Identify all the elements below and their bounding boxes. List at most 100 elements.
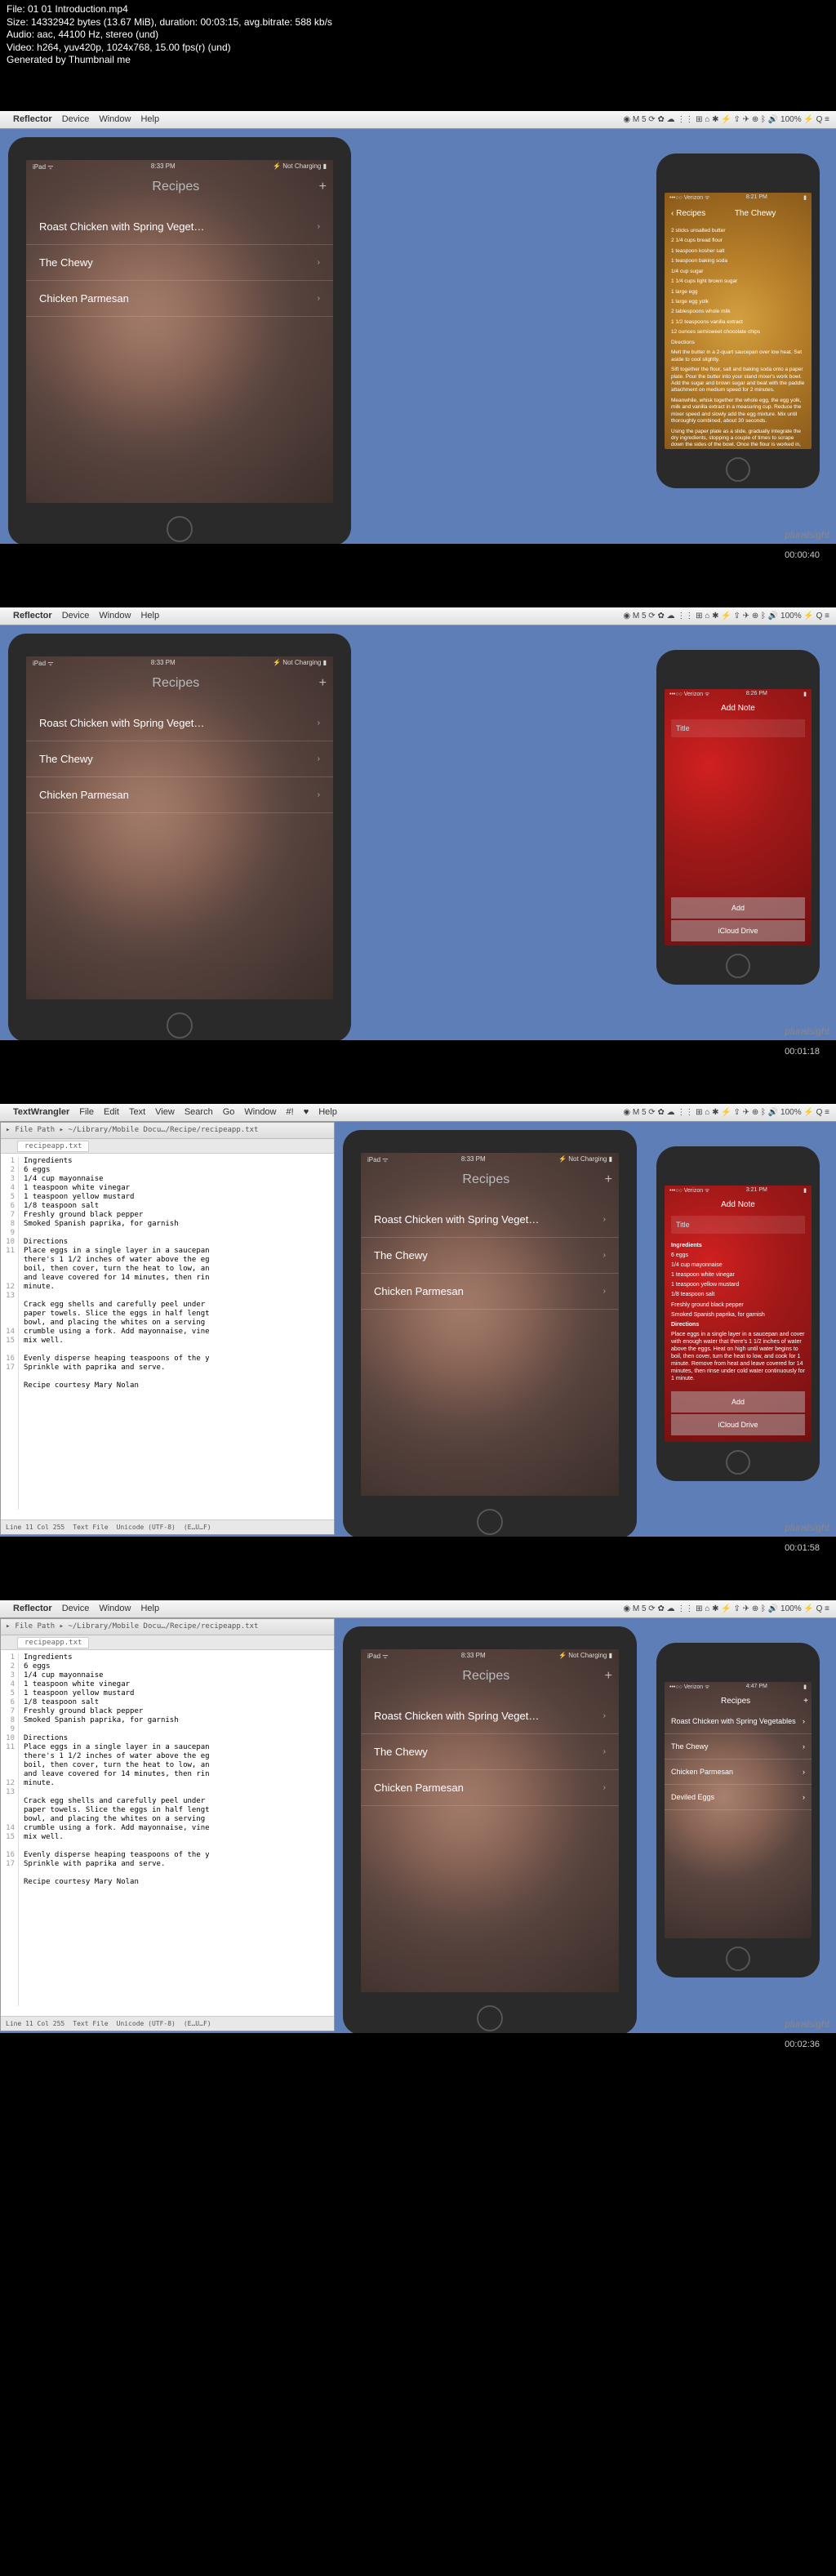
video-metadata: File: 01 01 Introduction.mp4 Size: 14332…	[0, 0, 836, 70]
mac-menubar: Reflector Device Window Help ◉ M 5 ⟳ ✿ ☁…	[0, 607, 836, 625]
menu-device[interactable]: Device	[62, 611, 90, 621]
menu-window[interactable]: Window	[99, 611, 131, 621]
ipad-status-left: iPad ᯤ	[33, 162, 54, 171]
recipe-row[interactable]: Roast Chicken with Spring Veget…›	[26, 209, 333, 245]
add-button[interactable]: +	[803, 1697, 808, 1706]
recipe-row[interactable]: Chicken Parmesan›	[361, 1274, 619, 1310]
iphone-screen[interactable]: •••○○ Verizon ᯤ3:21 PM▮ Add Note Title I…	[665, 1186, 812, 1442]
ipad-device: iPad ᯤ8:33 PM⚡ Not Charging ▮ Recipes+ R…	[343, 1130, 637, 1537]
iphone-device: •••○○ Verizon ᯤ3:21 PM▮ Add Note Title I…	[656, 1146, 820, 1481]
icloud-button[interactable]: iCloud Drive	[671, 920, 805, 941]
timestamp-3: 00:01:58	[0, 1537, 836, 1559]
back-button[interactable]: ‹ Recipes	[671, 209, 705, 218]
ipad-home-button[interactable]	[477, 2005, 503, 2031]
menubar-right: ◉ M 5 ⟳ ✿ ☁ ⋮⋮ ⊞ ⌂ ✱ ⚡ ⇪ ✈ ⊕ ᛒ 🔊 100% ⚡ …	[623, 1108, 829, 1117]
add-button[interactable]: +	[319, 676, 327, 691]
watermark: pluralsight	[785, 1026, 829, 1037]
iphone-device: •••○○ Verizon ᯤ 8:21 PM ▮ ‹ Recipes The …	[656, 153, 820, 488]
recipe-body: 2 sticks unsalted butter2 1/4 cups bread…	[665, 223, 812, 449]
ipad-screen[interactable]: iPad ᯤ8:33 PM⚡ Not Charging ▮ Recipes+ R…	[361, 1153, 619, 1496]
chevron-right-icon: ›	[318, 258, 320, 267]
iphone-device: •••○○ Verizon ᯤ8:26 PM▮ Add Note Title A…	[656, 650, 820, 985]
recipe-row[interactable]: The Chewy›	[361, 1238, 619, 1274]
menubar-right: ◉ M 5 ⟳ ✿ ☁ ⋮⋮ ⊞ ⌂ ✱ ⚡ ⇪ ✈ ⊕ ᛒ 🔊 100% ⚡ …	[623, 1604, 829, 1613]
meta-file: File: 01 01 Introduction.mp4	[7, 3, 829, 16]
recipes-title: Recipes +	[26, 173, 333, 201]
recipe-row[interactable]: Roast Chicken with Spring Veget…›	[26, 705, 333, 741]
ipad-status-time: 8:33 PM	[151, 162, 176, 171]
meta-size: Size: 14332942 bytes (13.67 MiB), durati…	[7, 16, 829, 29]
ipad-home-button[interactable]	[167, 1012, 193, 1039]
ipad-screen[interactable]: iPad ᯤ8:33 PM⚡ Not Charging ▮ Recipes+ R…	[26, 656, 333, 999]
note-body[interactable]: Ingredients 6 eggs1/4 cup mayonnaise1 te…	[665, 1237, 812, 1390]
iphone-screen[interactable]: •••○○ Verizon ᯤ 8:21 PM ▮ ‹ Recipes The …	[665, 193, 812, 449]
add-button[interactable]: Add	[671, 897, 805, 919]
menubar-right: ◉ M 5 ⟳ ✿ ☁ ⋮⋮ ⊞ ⌂ ✱ ⚡ ⇪ ✈ ⊕ ᛒ 🔊 100% ⚡ …	[623, 115, 829, 124]
iphone-home-button[interactable]	[726, 954, 750, 978]
iphone-screen[interactable]: •••○○ Verizon ᯤ4:47 PM▮ Recipes+ Roast C…	[665, 1682, 812, 1938]
timestamp-1: 00:00:40	[0, 544, 836, 567]
recipe-title: The Chewy	[735, 209, 776, 218]
mac-menubar: TextWrangler File Edit Text View Search …	[0, 1104, 836, 1122]
title-input[interactable]: Title	[671, 1216, 805, 1234]
icloud-button[interactable]: iCloud Drive	[671, 1414, 805, 1435]
chevron-right-icon: ›	[318, 294, 320, 303]
timestamp-2: 00:01:18	[0, 1040, 836, 1063]
recipe-row[interactable]: Chicken Parmesan›	[361, 1770, 619, 1806]
menu-window[interactable]: Window	[99, 114, 131, 124]
ipad-home-button[interactable]	[167, 516, 193, 542]
add-button[interactable]: +	[605, 1172, 612, 1187]
watermark: pluralsight	[785, 1522, 829, 1533]
recipe-row[interactable]: Chicken Parmesan›	[665, 1760, 812, 1785]
menu-help[interactable]: Help	[140, 611, 159, 621]
app-name[interactable]: TextWrangler	[13, 1107, 69, 1117]
frame-1: Reflector Device Window Help ◉ M 5 ⟳ ✿ ☁…	[0, 111, 836, 544]
recipe-row[interactable]: Roast Chicken with Spring Vegetables›	[665, 1709, 812, 1734]
iphone-home-button[interactable]	[726, 457, 750, 482]
frame-2: Reflector Device Window Help ◉ M 5 ⟳ ✿ ☁…	[0, 607, 836, 1040]
ipad-device: iPad ᯤ 8:33 PM ⚡ Not Charging ▮ Recipes …	[8, 137, 351, 544]
mac-menubar: Reflector Device Window Help ◉ M 5 ⟳ ✿ ☁…	[0, 111, 836, 129]
add-button[interactable]: +	[319, 180, 327, 194]
frame-3: TextWrangler File Edit Text View Search …	[0, 1104, 836, 1537]
recipe-row[interactable]: Roast Chicken with Spring Veget…›	[361, 1698, 619, 1734]
timestamp-4: 00:02:36	[0, 2033, 836, 2056]
recipe-row[interactable]: The Chewy›	[26, 741, 333, 777]
ipad-device: iPad ᯤ8:33 PM⚡ Not Charging ▮ Recipes+ R…	[8, 634, 351, 1040]
ipad-device: iPad ᯤ8:33 PM⚡ Not Charging ▮ Recipes+ R…	[343, 1626, 637, 2033]
menubar-right: ◉ M 5 ⟳ ✿ ☁ ⋮⋮ ⊞ ⌂ ✱ ⚡ ⇪ ✈ ⊕ ᛒ 🔊 100% ⚡ …	[623, 612, 829, 621]
recipe-row[interactable]: The Chewy›	[665, 1734, 812, 1760]
ipad-screen[interactable]: iPad ᯤ8:33 PM⚡ Not Charging ▮ Recipes+ R…	[361, 1649, 619, 1992]
meta-video: Video: h264, yuv420p, 1024x768, 15.00 fp…	[7, 42, 829, 55]
app-name[interactable]: Reflector	[13, 114, 52, 124]
app-name[interactable]: Reflector	[13, 611, 52, 621]
watermark: pluralsight	[785, 2018, 829, 2030]
iphone-device: •••○○ Verizon ᯤ4:47 PM▮ Recipes+ Roast C…	[656, 1643, 820, 1978]
meta-audio: Audio: aac, 44100 Hz, stereo (und)	[7, 29, 829, 42]
iphone-screen[interactable]: •••○○ Verizon ᯤ8:26 PM▮ Add Note Title A…	[665, 689, 812, 945]
iphone-home-button[interactable]	[726, 1450, 750, 1475]
recipe-row[interactable]: Chicken Parmesan›	[26, 281, 333, 317]
ipad-home-button[interactable]	[477, 1509, 503, 1535]
title-input[interactable]: Title	[671, 719, 805, 737]
iphone-status-time: 8:21 PM	[746, 194, 767, 202]
add-button[interactable]: Add	[671, 1391, 805, 1413]
chevron-right-icon: ›	[318, 222, 320, 231]
menu-device[interactable]: Device	[62, 114, 90, 124]
add-button[interactable]: +	[605, 1669, 612, 1684]
iphone-status-left: •••○○ Verizon ᯤ	[669, 194, 709, 202]
recipe-row[interactable]: Roast Chicken with Spring Veget…›	[361, 1202, 619, 1238]
ipad-screen[interactable]: iPad ᯤ 8:33 PM ⚡ Not Charging ▮ Recipes …	[26, 160, 333, 503]
add-note-title: Add Note	[665, 1197, 812, 1212]
menu-help[interactable]: Help	[140, 114, 159, 124]
recipe-row[interactable]: Chicken Parmesan›	[26, 777, 333, 813]
recipe-row[interactable]: The Chewy›	[26, 245, 333, 281]
add-note-title: Add Note	[665, 701, 812, 716]
recipe-row[interactable]: The Chewy›	[361, 1734, 619, 1770]
iphone-home-button[interactable]	[726, 1946, 750, 1971]
mac-menubar: Reflector Device Window Help ◉ M 5 ⟳ ✿ ☁…	[0, 1600, 836, 1618]
meta-generated: Generated by Thumbnail me	[7, 54, 829, 67]
app-name[interactable]: Reflector	[13, 1604, 52, 1613]
iphone-status-right: ▮	[803, 194, 807, 202]
recipe-row[interactable]: Deviled Eggs›	[665, 1785, 812, 1810]
